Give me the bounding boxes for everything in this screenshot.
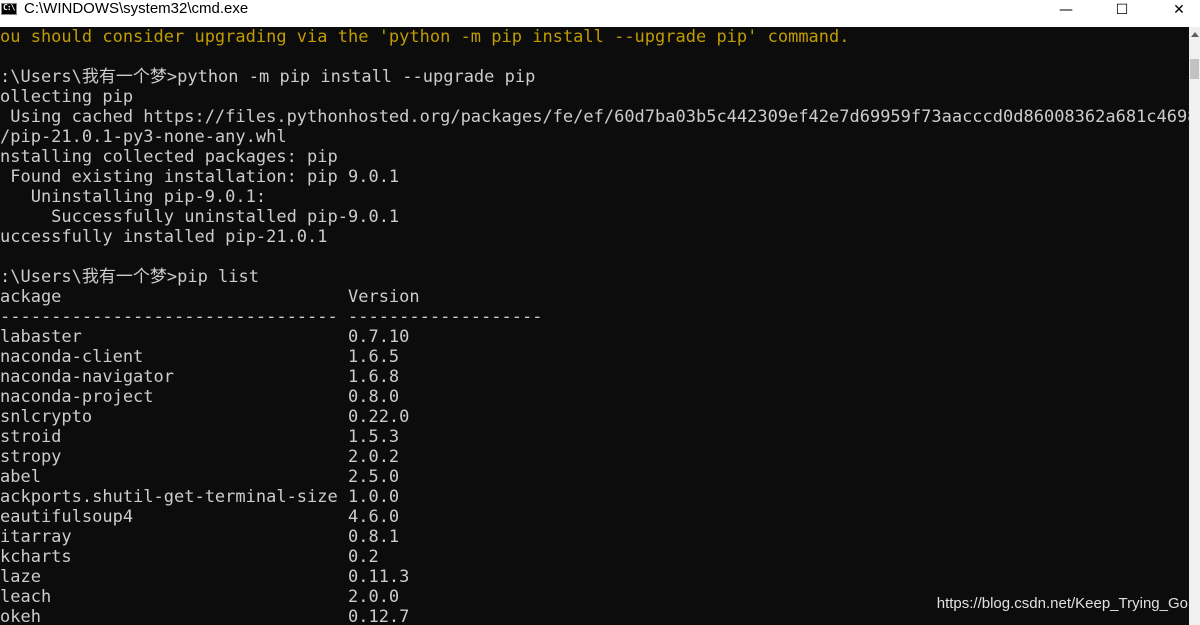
terminal-line: abel 2.5.0: [0, 467, 400, 487]
window-title: C:\WINDOWS\system32\cmd.exe: [24, 0, 249, 17]
terminal-line: labaster 0.7.10: [0, 327, 410, 347]
terminal-line: Found existing installation: pip 9.0.1: [0, 167, 400, 187]
terminal-line: ollecting pip: [0, 87, 134, 107]
terminal-line: Uninstalling pip-9.0.1:: [0, 187, 267, 207]
cmd-icon-label: C:\: [3, 3, 15, 12]
close-button[interactable]: ✕: [1156, 0, 1200, 20]
terminal-line: snlcrypto 0.22.0: [0, 407, 410, 427]
terminal-line: Using cached https://files.pythonhosted.…: [0, 107, 1189, 127]
terminal-line: /pip-21.0.1-py3-none-any.whl: [0, 127, 287, 147]
terminal-line: eautifulsoup4 4.6.0: [0, 507, 400, 527]
terminal-line: ackage Version: [0, 287, 420, 307]
terminal-line: uccessfully installed pip-21.0.1: [0, 227, 328, 247]
title-bar[interactable]: C:\ C:\WINDOWS\system32\cmd.exe — ☐ ✕: [0, 0, 1200, 27]
maximize-button[interactable]: ☐: [1099, 0, 1145, 20]
terminal-line: :\Users\我有一个梦>python -m pip install --up…: [0, 67, 536, 87]
terminal-line: :\Users\我有一个梦>pip list: [0, 267, 259, 287]
terminal-line: ou should consider upgrading via the 'py…: [0, 27, 850, 47]
vertical-scrollbar[interactable]: [1189, 27, 1200, 625]
terminal-line: naconda-navigator 1.6.8: [0, 367, 400, 387]
terminal-output[interactable]: ou should consider upgrading via the 'py…: [0, 27, 1189, 625]
terminal-line: itarray 0.8.1: [0, 527, 400, 547]
scroll-thumb[interactable]: [1190, 59, 1199, 79]
terminal-line: stropy 2.0.2: [0, 447, 400, 467]
terminal-line: leach 2.0.0: [0, 587, 400, 607]
terminal-line: naconda-client 1.6.5: [0, 347, 400, 367]
scroll-up-button[interactable]: [1189, 27, 1200, 41]
terminal-line: okeh 0.12.7: [0, 607, 410, 625]
terminal-line: Successfully uninstalled pip-9.0.1: [0, 207, 400, 227]
terminal-line: ackports.shutil-get-terminal-size 1.0.0: [0, 487, 400, 507]
chevron-up-icon: [1190, 31, 1199, 37]
terminal-line: nstalling collected packages: pip: [0, 147, 338, 167]
watermark: https://blog.csdn.net/Keep_Trying_Go: [936, 595, 1188, 612]
cmd-icon[interactable]: C:\: [1, 3, 17, 15]
terminal-line: naconda-project 0.8.0: [0, 387, 400, 407]
terminal-line: laze 0.11.3: [0, 567, 410, 587]
terminal-line: --------------------------------- ------…: [0, 307, 543, 327]
minimize-button[interactable]: —: [1043, 0, 1089, 20]
terminal-line: kcharts 0.2: [0, 547, 379, 567]
terminal-line: stroid 1.5.3: [0, 427, 400, 447]
